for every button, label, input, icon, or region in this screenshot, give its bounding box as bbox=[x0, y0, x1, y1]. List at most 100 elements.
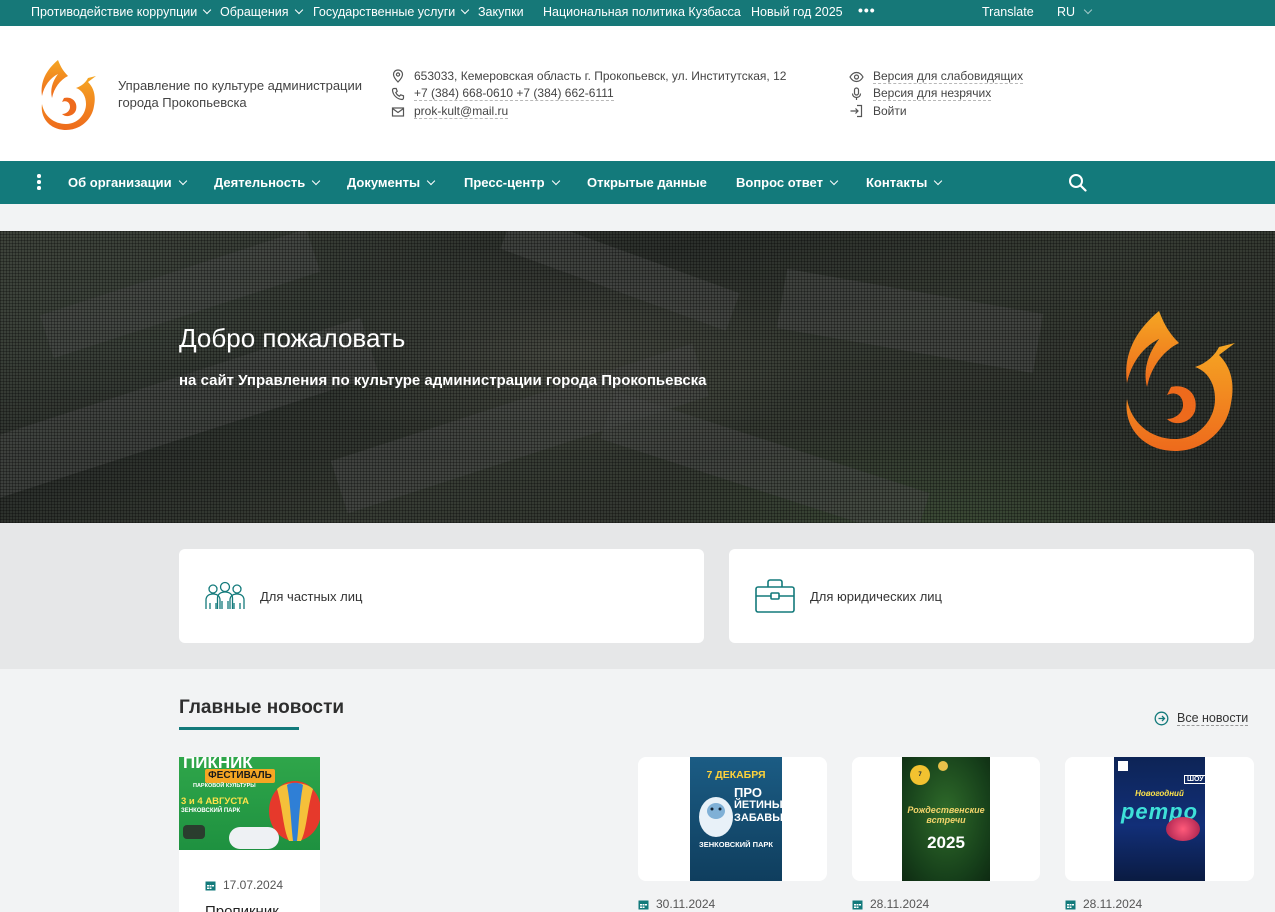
translate-button[interactable]: Translate bbox=[982, 5, 1034, 19]
news-image: ШОУ Новогодний ретро bbox=[1114, 757, 1205, 881]
hearing-label: Версия для незрячих bbox=[873, 86, 992, 101]
nav-item-contacts[interactable]: Контакты bbox=[866, 175, 943, 190]
news-card[interactable]: ШОУ Новогодний ретро bbox=[1065, 757, 1254, 881]
topbar-item-national-policy[interactable]: Национальная политика Кузбасса bbox=[543, 5, 741, 19]
briefcase-icon bbox=[755, 579, 795, 613]
all-news-link[interactable]: Все новости bbox=[1154, 711, 1249, 726]
service-card-legal-entities[interactable]: Для юридических лиц bbox=[729, 549, 1254, 643]
topbar-item-label: Национальная политика Кузбасса bbox=[543, 5, 741, 19]
phone-text: +7 (384) 668-0610 +7 (384) 662-6111 bbox=[414, 86, 614, 101]
more-menu-button[interactable]: ••• bbox=[858, 2, 876, 18]
people-icon bbox=[205, 581, 245, 609]
location-pin-icon bbox=[392, 69, 404, 83]
news-title: Пропикник bbox=[205, 903, 279, 912]
logo-icon[interactable] bbox=[36, 56, 98, 131]
news-image: 7 Рождественские встречи 2025 bbox=[902, 757, 990, 881]
login-link[interactable]: Войти bbox=[849, 104, 907, 118]
login-icon bbox=[850, 104, 863, 118]
chevron-down-icon bbox=[312, 176, 321, 185]
news-date-text: 17.07.2024 bbox=[223, 878, 284, 892]
calendar-icon bbox=[852, 900, 863, 909]
cloud-shape bbox=[229, 827, 279, 849]
news-card[interactable]: 7 ДЕКАБРЯ ПРО ЙЕТИНЫ ЗАБАВЫ ЗЕНКОВСКИЙ П… bbox=[638, 757, 827, 881]
topbar-item-anticorruption[interactable]: Противодействие коррупции bbox=[31, 5, 212, 19]
poster-text: ЗЕНКОВСКИЙ ПАРК bbox=[181, 808, 241, 814]
nav-item-about[interactable]: Об организации bbox=[68, 175, 187, 190]
chevron-down-icon bbox=[202, 5, 212, 15]
news-image: ПИКНИК ФЕСТИВАЛЬ ПАРКОВОЙ КУЛЬТУРЫ 3 и 4… bbox=[179, 757, 320, 850]
topbar-item-purchases[interactable]: Закупки bbox=[478, 5, 524, 19]
ornament-icon bbox=[1166, 817, 1200, 841]
news-image: 7 ДЕКАБРЯ ПРО ЙЕТИНЫ ЗАБАВЫ ЗЕНКОВСКИЙ П… bbox=[690, 757, 782, 881]
news-title-underline bbox=[179, 727, 299, 730]
calendar-icon bbox=[1065, 900, 1076, 909]
topbar-item-gov-services[interactable]: Государственные услуги bbox=[313, 5, 470, 19]
topbar-item-label: Обращения bbox=[220, 5, 289, 19]
nav-item-label: Об организации bbox=[68, 175, 172, 190]
mail-icon bbox=[391, 106, 405, 117]
email-line[interactable]: prok-kult@mail.ru bbox=[391, 104, 509, 119]
language-label: RU bbox=[1057, 5, 1076, 19]
news-date-text: 28.11.2024 bbox=[1083, 897, 1143, 911]
news-date: 28.11.2024 bbox=[852, 897, 929, 911]
topbar-item-new-year[interactable]: Новый год 2025 bbox=[751, 5, 843, 19]
chevron-down-icon bbox=[294, 5, 303, 15]
chevron-down-icon bbox=[551, 176, 560, 185]
news-date: 30.11.2024 bbox=[638, 897, 715, 911]
ornament-icon bbox=[938, 761, 948, 771]
poster-text: 2025 bbox=[927, 833, 965, 852]
calendar-icon bbox=[638, 900, 649, 909]
language-select[interactable]: RU bbox=[1057, 5, 1093, 19]
nav-item-label: Контакты bbox=[866, 175, 928, 190]
poster-text: ПРО bbox=[734, 785, 762, 800]
topbar-item-label: Новый год 2025 bbox=[751, 5, 843, 19]
topbar-item-label: Противодействие коррупции bbox=[31, 5, 198, 19]
top-bar: Противодействие коррупции Обращения Госу… bbox=[0, 0, 1275, 26]
poster-text: ЗЕНКОВСКИЙ ПАРК bbox=[699, 840, 773, 849]
chevron-down-icon bbox=[934, 176, 943, 185]
nav-item-faq[interactable]: Вопрос ответ bbox=[736, 175, 839, 190]
yeti-icon bbox=[699, 797, 733, 837]
service-label: Для юридических лиц bbox=[810, 588, 942, 604]
poster-text: 7 ДЕКАБРЯ bbox=[706, 769, 766, 781]
camera-shape bbox=[183, 825, 205, 839]
phone-icon bbox=[391, 87, 405, 100]
org-name: Управление по культуре администрации гор… bbox=[118, 78, 363, 110]
address-text: 653033, Кемеровская область г. Прокопьев… bbox=[414, 69, 787, 83]
nav-item-press[interactable]: Пресс-центр bbox=[464, 175, 560, 190]
arrow-circle-right-icon bbox=[1154, 711, 1169, 726]
hearing-link[interactable]: Версия для незрячих bbox=[849, 86, 992, 101]
more-dots-icon: ••• bbox=[858, 2, 876, 18]
news-card[interactable]: 7 Рождественские встречи 2025 bbox=[852, 757, 1040, 881]
search-icon[interactable] bbox=[1068, 173, 1087, 192]
chevron-down-icon bbox=[1083, 5, 1093, 15]
nav-item-label: Деятельность bbox=[214, 175, 306, 190]
phone-line[interactable]: +7 (384) 668-0610 +7 (384) 662-6111 bbox=[391, 86, 614, 101]
nav-item-label: Вопрос ответ bbox=[736, 175, 823, 190]
nav-item-open-data[interactable]: Открытые данные bbox=[587, 175, 707, 190]
topbar-item-appeals[interactable]: Обращения bbox=[220, 5, 303, 19]
poster-text: ПАРКОВОЙ КУЛЬТУРЫ bbox=[193, 783, 256, 789]
nav-item-documents[interactable]: Документы bbox=[347, 175, 436, 190]
nav-item-activity[interactable]: Деятельность bbox=[214, 175, 321, 190]
low-vision-link[interactable]: Версия для слабовидящих bbox=[849, 69, 1024, 84]
chevron-down-icon bbox=[178, 176, 187, 185]
chevron-down-icon bbox=[461, 5, 470, 15]
poster-text: ЗАБАВЫ bbox=[734, 812, 782, 824]
service-card-individuals[interactable]: Для частных лиц bbox=[179, 549, 704, 643]
hero-logo-icon bbox=[1126, 311, 1235, 451]
hero-subtitle: на сайт Управления по культуре администр… bbox=[179, 372, 707, 389]
site-header: Управление по культуре администрации гор… bbox=[0, 26, 1275, 161]
poster-text: ШОУ bbox=[1184, 775, 1205, 784]
address-line: 653033, Кемеровская область г. Прокопьев… bbox=[391, 69, 786, 83]
hero-title: Добро пожаловать bbox=[179, 323, 406, 353]
service-label: Для частных лиц bbox=[260, 588, 363, 604]
poster-logo bbox=[1118, 761, 1128, 771]
news-date-text: 28.11.2024 bbox=[870, 897, 930, 911]
news-date-text: 30.11.2024 bbox=[656, 897, 716, 911]
kebab-menu-icon[interactable] bbox=[37, 174, 41, 192]
email-text: prok-kult@mail.ru bbox=[414, 104, 509, 119]
news-section-title: Главные новости bbox=[179, 697, 345, 718]
poster-text: ЙЕТИНЫ bbox=[734, 799, 782, 811]
news-card[interactable]: ПИКНИК ФЕСТИВАЛЬ ПАРКОВОЙ КУЛЬТУРЫ 3 и 4… bbox=[179, 757, 320, 912]
